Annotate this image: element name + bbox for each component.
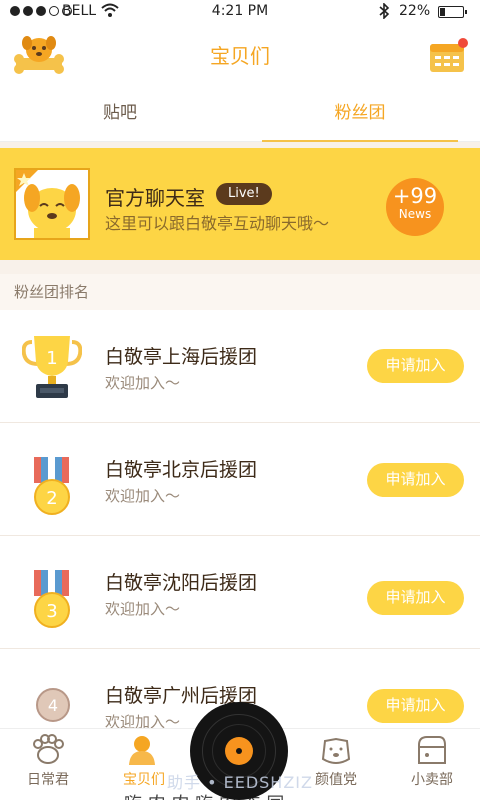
tab-fan-club[interactable]: 粉丝团 — [262, 86, 458, 142]
ranking-section-title: 粉丝团排名 — [0, 274, 480, 310]
apply-join-button[interactable]: 申请加入 — [367, 463, 464, 497]
rank-badge-icon: 4 — [36, 688, 70, 722]
fan-club-subtitle: 欢迎加入～ — [105, 600, 181, 618]
battery-icon — [438, 6, 467, 18]
official-chat-room-banner[interactable]: 官方聊天室 Live! 这里可以跟白敬亭互动聊天哦～ +99 News — [0, 148, 480, 260]
divider — [0, 260, 480, 274]
dog-face-icon — [321, 737, 351, 764]
fan-club-name: 白敬亭北京后援团 — [105, 459, 258, 481]
apply-join-button[interactable]: 申请加入 — [367, 581, 464, 615]
chat-room-name: 官方聊天室 — [105, 186, 205, 210]
svg-text:3: 3 — [46, 601, 57, 622]
bluetooth-icon — [379, 3, 390, 19]
apply-join-button[interactable]: 申请加入 — [367, 689, 464, 723]
news-count-badge[interactable]: +99 News — [386, 178, 444, 236]
svg-text:4: 4 — [48, 696, 58, 715]
watermark: 助手 • EEDSHZIZ — [167, 773, 313, 792]
fans-icon — [129, 736, 155, 765]
news-label: News — [398, 207, 432, 221]
calendar-icon[interactable] — [428, 38, 468, 74]
top-header: 宝贝们 — [0, 24, 480, 86]
status-bar: BELL 4:21 PM 22% — [0, 0, 480, 24]
trophy-icon: 1 — [22, 336, 82, 398]
battery-percent: 22% — [399, 3, 431, 19]
svg-text:1: 1 — [46, 348, 57, 369]
fan-club-subtitle: 欢迎加入～ — [105, 487, 181, 505]
list-item[interactable]: 3 白敬亭沈阳后援团 欢迎加入～ 申请加入 — [0, 536, 480, 649]
live-badge: Live! — [216, 183, 272, 205]
svg-text:2: 2 — [46, 488, 57, 509]
chat-room-description: 这里可以跟白敬亭互动聊天哦～ — [105, 214, 330, 233]
tab-bar: 贴吧 粉丝团 — [0, 86, 480, 142]
chat-room-avatar — [14, 168, 90, 240]
list-item[interactable]: 2 白敬亭北京后援团 欢迎加入～ 申请加入 — [0, 423, 480, 536]
tab-tieba[interactable]: 贴吧 — [20, 86, 220, 142]
medal-icon: 3 — [34, 570, 70, 628]
shop-icon — [418, 736, 446, 764]
medal-icon: 2 — [34, 457, 70, 515]
news-count: +99 — [392, 184, 438, 208]
dog-avatar-icon — [16, 170, 80, 238]
fan-club-name: 白敬亭上海后援团 — [105, 346, 258, 368]
page-title: 宝贝们 — [210, 44, 270, 68]
fan-club-name: 白敬亭沈阳后援团 — [105, 572, 258, 594]
apply-join-button[interactable]: 申请加入 — [367, 349, 464, 383]
paw-icon — [33, 734, 64, 764]
fan-club-subtitle: 欢迎加入～ — [105, 374, 181, 392]
list-item[interactable]: 1 白敬亭上海后援团 欢迎加入～ 申请加入 — [0, 310, 480, 423]
